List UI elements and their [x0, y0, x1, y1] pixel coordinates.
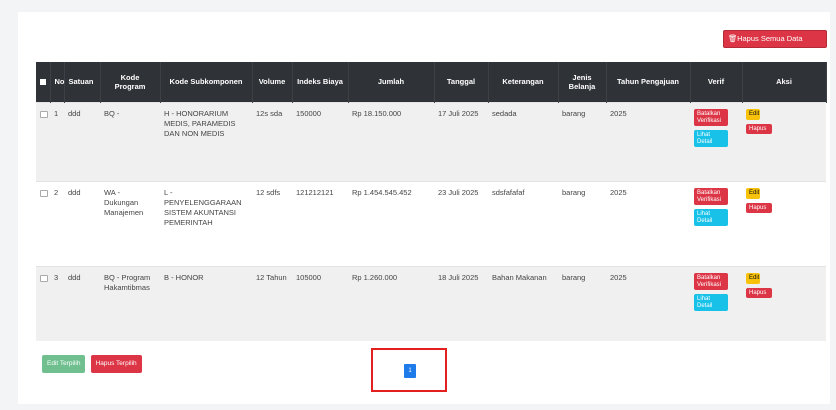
cell-volume: 12 sdfs — [252, 181, 292, 267]
row-checkbox[interactable] — [36, 266, 50, 341]
cell-no: 3 — [50, 266, 64, 341]
view-detail-button[interactable]: Lihat Detail — [694, 130, 728, 148]
cell-aksi: Edit Hapus — [742, 102, 826, 182]
table-row: 1 ddd BQ - H - HONORARIUM MEDIS, PARAMED… — [36, 102, 826, 182]
trash-icon: 🗑 — [728, 34, 738, 43]
table-header-row: No Satuan Kode Program Kode Subkomponen … — [36, 62, 827, 103]
header-satuan: Satuan — [64, 62, 101, 103]
header-no: No — [50, 62, 65, 103]
cell-jumlah: Rp 1.260.000 — [348, 266, 434, 341]
cell-tahun: 2025 — [606, 102, 690, 182]
cell-no: 2 — [50, 181, 64, 267]
cell-jenis-belanja: barang — [558, 266, 606, 341]
view-detail-button[interactable]: Lihat Detail — [694, 209, 728, 227]
header-jenis-belanja: Jenis Belanja — [558, 62, 607, 103]
cell-kode-program: BQ - — [100, 102, 160, 182]
edit-button[interactable]: Edit — [746, 188, 760, 199]
table-row: 3 ddd BQ - Program Hakamtibmas B - HONOR… — [36, 266, 826, 341]
cell-jenis-belanja: barang — [558, 181, 606, 267]
cell-kode-program: BQ - Program Hakamtibmas — [100, 266, 160, 341]
header-volume: Volume — [252, 62, 293, 103]
row-checkbox[interactable] — [36, 181, 50, 267]
header-tanggal: Tanggal — [434, 62, 489, 103]
cell-verif: Batalkan Verifikasi Lihat Detail — [690, 266, 742, 341]
cell-aksi: Edit Hapus — [742, 181, 826, 267]
table-row: 2 ddd WA - Dukungan Manajemen L - PENYEL… — [36, 181, 826, 267]
select-all-checkbox[interactable] — [36, 62, 51, 103]
cell-aksi: Edit Hapus — [742, 266, 826, 341]
header-tahun-pengajuan: Tahun Pengajuan — [606, 62, 691, 103]
header-kode-subkomponen: Kode Subkomponen — [160, 62, 253, 103]
view-detail-button[interactable]: Lihat Detail — [694, 294, 728, 312]
delete-all-label: Hapus Semua Data — [737, 34, 803, 43]
header-kode-program: Kode Program — [100, 62, 161, 103]
cell-verif: Batalkan Verifikasi Lihat Detail — [690, 102, 742, 182]
cell-tahun: 2025 — [606, 266, 690, 341]
edit-selected-button[interactable]: Edit Terpilih — [42, 355, 86, 373]
content-card: 🗑 Hapus Semua Data No Satuan Kode Progra… — [18, 12, 830, 404]
cell-kode-program: WA - Dukungan Manajemen — [100, 181, 160, 267]
page-button-current[interactable]: 1 — [404, 364, 416, 378]
cell-jenis-belanja: barang — [558, 102, 606, 182]
cell-satuan: ddd — [64, 102, 100, 182]
cell-tanggal: 17 Juli 2025 — [434, 102, 488, 182]
delete-button[interactable]: Hapus — [746, 202, 772, 214]
pagination: 1 — [371, 348, 447, 392]
header-keterangan: Keterangan — [488, 62, 559, 103]
header-aksi: Aksi — [742, 62, 827, 103]
cell-kode-subkomponen: B - HONOR — [160, 266, 252, 341]
cell-no: 1 — [50, 102, 64, 182]
reject-verification-button[interactable]: Batalkan Verifikasi — [694, 273, 728, 291]
header-verif: Verif — [690, 62, 743, 103]
cell-volume: 12s sda — [252, 102, 292, 182]
row-checkbox[interactable] — [36, 102, 50, 182]
header-indeks-biaya: Indeks Biaya — [292, 62, 349, 103]
header-jumlah: Jumlah — [348, 62, 435, 103]
cell-volume: 12 Tahun — [252, 266, 292, 341]
cell-tanggal: 18 Juli 2025 — [434, 266, 488, 341]
data-table: No Satuan Kode Program Kode Subkomponen … — [36, 62, 827, 341]
cell-kode-subkomponen: L - PENYELENGGARAAN SISTEM AKUNTANSI PEM… — [160, 181, 252, 267]
cell-verif: Batalkan Verifikasi Lihat Detail — [690, 181, 742, 267]
reject-verification-button[interactable]: Batalkan Verifikasi — [694, 188, 728, 206]
cell-tanggal: 23 Juli 2025 — [434, 181, 488, 267]
edit-button[interactable]: Edit — [746, 109, 760, 120]
cell-keterangan: Bahan Makanan — [488, 266, 558, 341]
delete-button[interactable]: Hapus — [746, 123, 772, 135]
cell-keterangan: sedada — [488, 102, 558, 182]
cell-jumlah: Rp 1.454.545.452 — [348, 181, 434, 267]
cell-kode-subkomponen: H - HONORARIUM MEDIS, PARAMEDIS DAN NON … — [160, 102, 252, 182]
bulk-actions: Edit Terpilih Hapus Terpilih — [42, 355, 145, 373]
edit-button[interactable]: Edit — [746, 273, 760, 284]
cell-jumlah: Rp 18.150.000 — [348, 102, 434, 182]
cell-indeks-biaya: 150000 — [292, 102, 348, 182]
delete-selected-button[interactable]: Hapus Terpilih — [90, 355, 142, 373]
cell-indeks-biaya: 105000 — [292, 266, 348, 341]
cell-satuan: ddd — [64, 266, 100, 341]
cell-indeks-biaya: 121212121 — [292, 181, 348, 267]
cell-keterangan: sdsfafafaf — [488, 181, 558, 267]
cell-satuan: ddd — [64, 181, 100, 267]
delete-button[interactable]: Hapus — [746, 287, 772, 299]
reject-verification-button[interactable]: Batalkan Verifikasi — [694, 109, 728, 127]
delete-all-button[interactable]: 🗑 Hapus Semua Data — [723, 30, 827, 48]
cell-tahun: 2025 — [606, 181, 690, 267]
